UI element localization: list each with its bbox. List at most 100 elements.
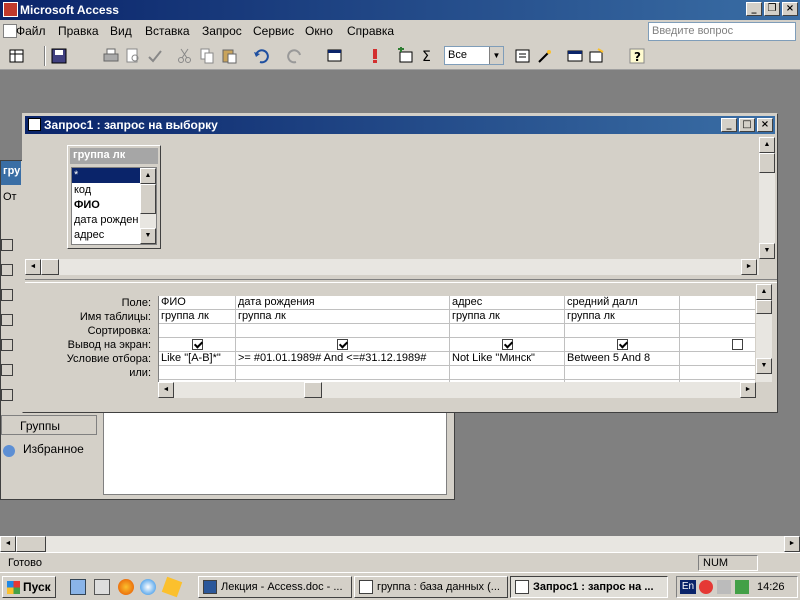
scroll-up-arrow-icon[interactable]: ▲ bbox=[759, 137, 775, 153]
top-values-combo[interactable]: Все ▼ bbox=[444, 46, 504, 65]
show-cell[interactable] bbox=[450, 338, 564, 352]
field-fio[interactable]: ФИО bbox=[72, 198, 142, 213]
field-address[interactable]: адрес bbox=[72, 228, 142, 243]
scroll-thumb[interactable] bbox=[41, 259, 59, 275]
show-checkbox[interactable] bbox=[191, 339, 203, 350]
open-button[interactable]: От bbox=[1, 189, 21, 207]
or-cell[interactable] bbox=[236, 366, 449, 380]
calculator-icon[interactable] bbox=[94, 579, 110, 595]
copy-icon[interactable] bbox=[198, 47, 216, 65]
query-design-window[interactable]: Запрос1 : запрос на выборку _ □ × группа… bbox=[22, 113, 778, 413]
or-cell[interactable] bbox=[565, 366, 679, 380]
queries-icon[interactable] bbox=[1, 264, 13, 276]
scroll-thumb[interactable] bbox=[304, 382, 322, 398]
database-window-icon[interactable] bbox=[566, 47, 584, 65]
show-cell[interactable] bbox=[565, 338, 679, 352]
scroll-left-arrow-icon[interactable]: ◄ bbox=[25, 259, 41, 275]
table-cell[interactable]: группа лк bbox=[565, 310, 679, 324]
undo-icon[interactable] bbox=[252, 47, 270, 65]
table-cell[interactable]: группа лк bbox=[450, 310, 564, 324]
tables-icon[interactable] bbox=[1, 239, 13, 251]
scroll-thumb[interactable] bbox=[759, 153, 775, 173]
restore-button[interactable]: ❐ bbox=[764, 2, 780, 16]
show-checkbox[interactable] bbox=[731, 339, 743, 350]
field-birthdate[interactable]: дата рожден bbox=[72, 213, 142, 228]
query-minimize-button[interactable]: _ bbox=[721, 118, 737, 132]
field-all[interactable]: * bbox=[72, 168, 142, 183]
cut-icon[interactable] bbox=[176, 47, 194, 65]
pencil-icon[interactable] bbox=[161, 576, 183, 598]
scroll-thumb[interactable] bbox=[756, 300, 772, 314]
show-checkbox[interactable] bbox=[616, 339, 628, 350]
or-cell[interactable] bbox=[450, 366, 564, 380]
design-grid[interactable]: ФИО группа лк Like "[А-В]*" дата рождени… bbox=[158, 296, 755, 382]
sort-cell[interactable] bbox=[236, 324, 449, 338]
field-list-title[interactable]: группа лк bbox=[70, 148, 158, 164]
scroll-thumb[interactable] bbox=[140, 184, 156, 214]
help-icon[interactable]: ? bbox=[628, 47, 646, 65]
show-checkbox[interactable] bbox=[337, 339, 348, 350]
scroll-right-arrow-icon[interactable]: ► bbox=[741, 259, 757, 275]
scroll-right-arrow-icon[interactable]: ► bbox=[740, 382, 756, 398]
print-preview-icon[interactable] bbox=[124, 47, 142, 65]
field-cell[interactable]: адрес bbox=[450, 296, 564, 310]
ask-question-input[interactable]: Введите вопрос bbox=[648, 22, 796, 41]
or-cell[interactable] bbox=[680, 366, 755, 380]
menu-view[interactable]: Вид bbox=[110, 24, 132, 38]
table-cell[interactable]: группа лк bbox=[159, 310, 235, 324]
menu-help[interactable]: Справка bbox=[347, 24, 394, 38]
build-icon[interactable] bbox=[536, 47, 554, 65]
workspace-hscroll[interactable]: ◄ ► bbox=[0, 536, 800, 552]
sort-cell[interactable] bbox=[680, 324, 755, 338]
internet-explorer-icon[interactable] bbox=[140, 579, 156, 595]
favorites-item[interactable]: Избранное bbox=[1, 441, 97, 459]
task-query[interactable]: Запрос1 : запрос на ... bbox=[510, 576, 668, 598]
start-button[interactable]: Пуск bbox=[2, 576, 56, 598]
table-pane[interactable]: группа лк * код ФИО дата рожден адрес ▲ … bbox=[25, 137, 777, 277]
query-maximize-button[interactable]: □ bbox=[739, 118, 755, 132]
scroll-down-arrow-icon[interactable]: ▼ bbox=[756, 358, 772, 374]
table-pane-hscroll[interactable]: ◄ ► bbox=[25, 259, 759, 275]
field-code[interactable]: код bbox=[72, 183, 142, 198]
grid-vscroll[interactable]: ▲ ▼ bbox=[756, 284, 772, 382]
scroll-up-arrow-icon[interactable]: ▲ bbox=[756, 284, 772, 300]
field-cell[interactable]: ФИО bbox=[159, 296, 235, 310]
task-word-lecture[interactable]: Лекция - Access.doc - ... bbox=[198, 576, 352, 598]
menu-file[interactable]: Файл bbox=[16, 24, 46, 38]
menu-insert[interactable]: Вставка bbox=[145, 24, 190, 38]
modules-icon[interactable] bbox=[1, 389, 13, 401]
grid-column[interactable]: дата рождения группа лк >= #01.01.1989# … bbox=[236, 296, 450, 382]
document-icon[interactable] bbox=[3, 24, 17, 38]
objects-list[interactable] bbox=[103, 409, 447, 495]
volume-icon[interactable] bbox=[717, 580, 731, 594]
grid-column[interactable]: средний далл группа лк Between 5 And 8 bbox=[565, 296, 680, 382]
spelling-icon[interactable] bbox=[146, 47, 164, 65]
media-player-icon[interactable] bbox=[118, 579, 134, 595]
show-table-icon[interactable] bbox=[396, 47, 414, 65]
criteria-cell[interactable]: Like "[А-В]*" bbox=[159, 352, 235, 366]
criteria-cell[interactable]: Between 5 And 8 bbox=[565, 352, 679, 366]
language-indicator[interactable]: En bbox=[680, 580, 696, 594]
access-key-icon[interactable] bbox=[3, 2, 18, 17]
pane-splitter[interactable] bbox=[25, 279, 777, 283]
query-close-button[interactable]: × bbox=[757, 118, 773, 132]
save-icon[interactable] bbox=[50, 47, 68, 65]
show-cell[interactable] bbox=[159, 338, 235, 352]
scroll-left-arrow-icon[interactable]: ◄ bbox=[0, 536, 16, 552]
scroll-right-arrow-icon[interactable]: ► bbox=[784, 536, 800, 552]
field-list-table[interactable]: группа лк * код ФИО дата рожден адрес ▲ … bbox=[67, 145, 161, 249]
scroll-down-arrow-icon[interactable]: ▼ bbox=[140, 228, 156, 244]
table-cell[interactable]: группа лк bbox=[236, 310, 449, 324]
properties-icon[interactable] bbox=[514, 47, 532, 65]
field-cell[interactable]: средний далл bbox=[565, 296, 679, 310]
network-icon[interactable] bbox=[735, 580, 749, 594]
field-cell[interactable]: дата рождения bbox=[236, 296, 449, 310]
forms-icon[interactable] bbox=[1, 289, 13, 301]
criteria-cell[interactable]: Not Like "Минск" bbox=[450, 352, 564, 366]
grid-column[interactable] bbox=[680, 296, 755, 382]
field-list-scrollbar[interactable]: ▲ ▼ bbox=[140, 168, 156, 244]
query-type-icon[interactable] bbox=[326, 47, 344, 65]
menu-query[interactable]: Запрос bbox=[202, 24, 242, 38]
clock[interactable]: 14:26 bbox=[757, 581, 785, 593]
criteria-cell[interactable]: >= #01.01.1989# And <=#31.12.1989# bbox=[236, 352, 449, 366]
